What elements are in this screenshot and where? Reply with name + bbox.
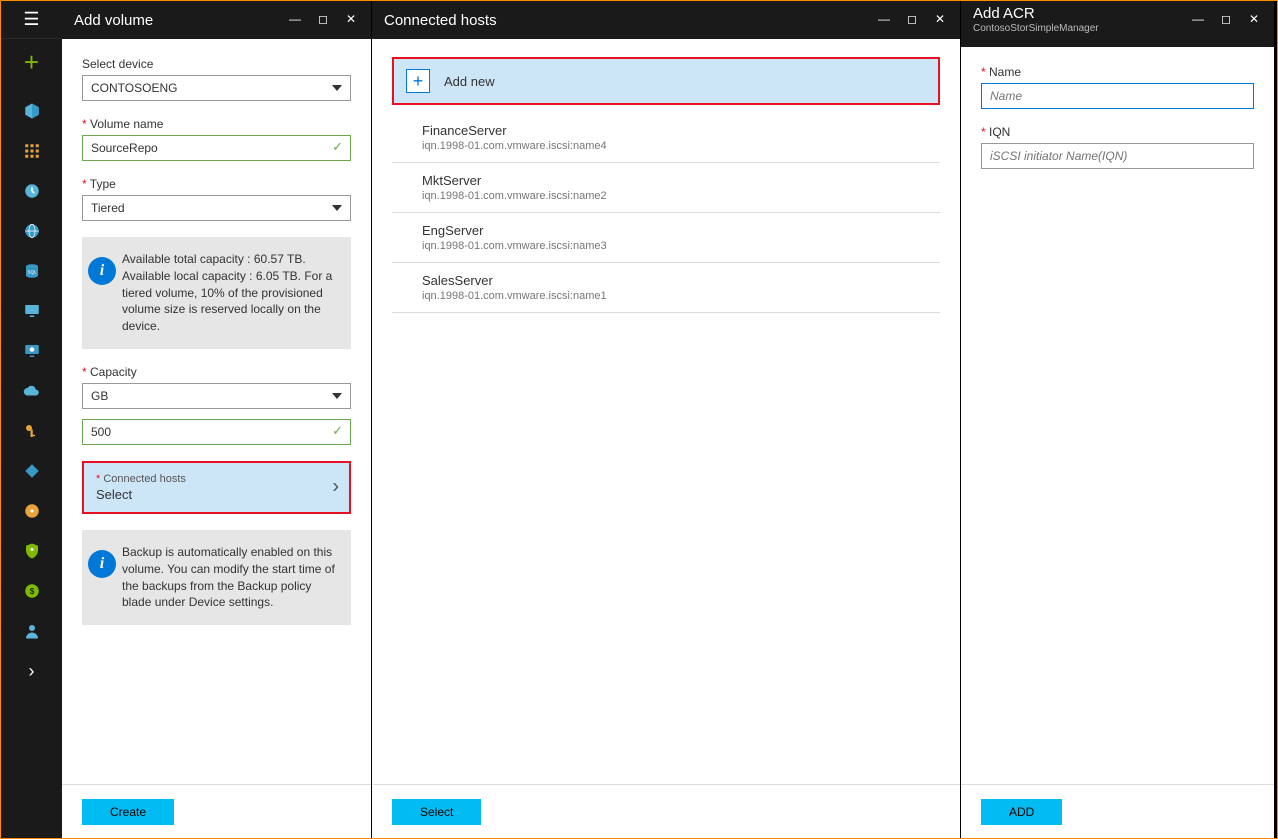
add-acr-blade: Add ACR ContosoStorSimpleManager — ◻ ✕ N…	[961, 1, 1275, 838]
new-resource-button[interactable]: +	[1, 39, 62, 85]
acr-name-label: Name	[981, 65, 1254, 79]
host-name: FinanceServer	[422, 123, 936, 138]
nav-cube-icon[interactable]	[1, 91, 62, 131]
host-name: MktServer	[422, 173, 936, 188]
nav-clock-icon[interactable]	[1, 171, 62, 211]
host-row[interactable]: EngServer iqn.1998-01.com.vmware.iscsi:na…	[392, 213, 940, 263]
nav-diamond-icon[interactable]	[1, 451, 62, 491]
host-row[interactable]: MktServer iqn.1998-01.com.vmware.iscsi:na…	[392, 163, 940, 213]
acr-iqn-label: IQN	[981, 125, 1254, 139]
select-button[interactable]: Select	[392, 799, 481, 825]
host-name: SalesServer	[422, 273, 936, 288]
acr-name-input[interactable]	[981, 83, 1254, 109]
select-device-label: Select device	[82, 57, 351, 71]
capacity-value-input[interactable]	[82, 419, 351, 445]
capacity-unit-dropdown[interactable]: GB	[82, 383, 351, 409]
nav-billing-icon[interactable]: $	[1, 571, 62, 611]
capacity-info-box: i Available total capacity : 60.57 TB. A…	[82, 237, 351, 349]
nav-cloud-icon[interactable]	[1, 371, 62, 411]
select-device-dropdown[interactable]: CONTOSOENG	[82, 75, 351, 101]
info-icon: i	[88, 251, 116, 335]
host-name: EngServer	[422, 223, 936, 238]
minimize-icon[interactable]: —	[870, 9, 898, 29]
blade-title: Add volume	[74, 12, 153, 29]
host-iqn: iqn.1998-01.com.vmware.iscsi:name3	[422, 240, 936, 252]
blade-title: Add ACR	[973, 5, 1035, 22]
nav-vm-icon[interactable]	[1, 331, 62, 371]
add-volume-blade: Add volume — ◻ ✕ Select device CONTOSOEN…	[62, 1, 372, 838]
close-icon[interactable]: ✕	[926, 9, 954, 29]
host-row[interactable]: FinanceServer iqn.1998-01.com.vmware.iscs…	[392, 113, 940, 163]
maximize-icon[interactable]: ◻	[1212, 9, 1240, 29]
capacity-label: Capacity	[82, 365, 351, 379]
host-row[interactable]: SalesServer iqn.1998-01.com.vmware.iscsi:…	[392, 263, 940, 313]
host-iqn: iqn.1998-01.com.vmware.iscsi:name4	[422, 140, 936, 152]
nav-shield-icon[interactable]	[1, 531, 62, 571]
minimize-icon[interactable]: —	[281, 9, 309, 29]
blade-title: Connected hosts	[384, 12, 497, 29]
minimize-icon[interactable]: —	[1184, 9, 1212, 29]
close-icon[interactable]: ✕	[1240, 9, 1268, 29]
nav-sql-icon[interactable]: SQL	[1, 251, 62, 291]
svg-text:SQL: SQL	[27, 269, 37, 274]
volume-name-input[interactable]	[82, 135, 351, 161]
create-button[interactable]: Create	[82, 799, 174, 825]
close-icon[interactable]: ✕	[337, 9, 365, 29]
host-iqn: iqn.1998-01.com.vmware.iscsi:name2	[422, 190, 936, 202]
maximize-icon[interactable]: ◻	[898, 9, 926, 29]
nav-globe-icon[interactable]	[1, 211, 62, 251]
nav-grid-icon[interactable]	[1, 131, 62, 171]
backup-info-box: i Backup is automatically enabled on thi…	[82, 530, 351, 625]
host-iqn: iqn.1998-01.com.vmware.iscsi:name1	[422, 290, 936, 302]
nav-person-icon[interactable]	[1, 611, 62, 651]
type-label: Type	[82, 177, 351, 191]
nav-expand-icon[interactable]: ›	[1, 651, 62, 691]
info-icon: i	[88, 544, 116, 611]
nav-monitor-icon[interactable]	[1, 291, 62, 331]
add-button[interactable]: ADD	[981, 799, 1062, 825]
acr-iqn-input[interactable]	[981, 143, 1254, 169]
plus-icon: +	[406, 69, 430, 93]
left-nav-rail: ☰ + SQL $ ›	[1, 1, 62, 838]
volume-name-label: Volume name	[82, 117, 351, 131]
nav-gauge-icon[interactable]	[1, 491, 62, 531]
connected-hosts-selector[interactable]: * Connected hosts Select	[82, 461, 351, 514]
svg-text:$: $	[29, 587, 34, 596]
nav-key-icon[interactable]	[1, 411, 62, 451]
add-new-host-button[interactable]: + Add new	[392, 57, 940, 105]
blade-subtitle: ContosoStorSimpleManager	[973, 23, 1099, 34]
maximize-icon[interactable]: ◻	[309, 9, 337, 29]
hamburger-menu[interactable]: ☰	[1, 1, 62, 39]
connected-hosts-blade: Connected hosts — ◻ ✕ + Add new FinanceS…	[372, 1, 961, 838]
type-dropdown[interactable]: Tiered	[82, 195, 351, 221]
